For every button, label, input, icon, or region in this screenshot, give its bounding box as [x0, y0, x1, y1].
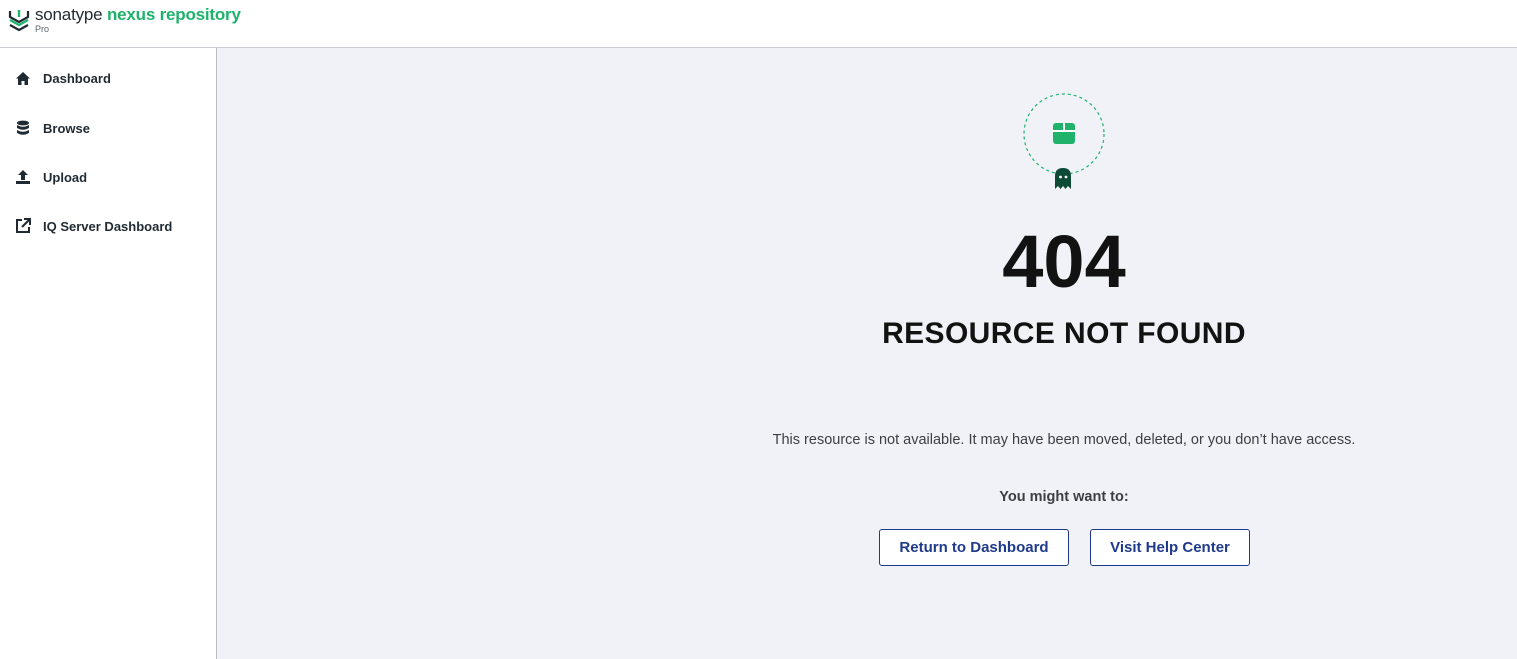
error-code: 404 — [1002, 220, 1126, 303]
visit-help-center-button[interactable]: Visit Help Center — [1090, 529, 1250, 566]
home-icon — [15, 70, 31, 86]
sonatype-logo-icon — [8, 10, 30, 32]
upload-icon — [15, 169, 31, 185]
app-logo[interactable]: sonatype nexus repository Pro — [8, 6, 241, 34]
return-to-dashboard-button[interactable]: Return to Dashboard — [879, 529, 1069, 566]
edition-label: Pro — [35, 24, 50, 34]
sidebar-item-upload[interactable]: Upload — [0, 159, 216, 195]
database-icon — [15, 120, 31, 136]
sidebar-item-label: Dashboard — [43, 70, 111, 86]
sidebar-item-browse[interactable]: Browse — [0, 110, 216, 146]
package-ghost-icon — [1023, 93, 1105, 189]
suggestion-heading: You might want to: — [999, 489, 1129, 505]
sidebar-item-dashboard[interactable]: Dashboard — [0, 60, 216, 96]
brand-name: sonatype — [35, 5, 103, 24]
error-message: This resource is not available. It may h… — [772, 432, 1356, 448]
sidebar-item-label: Upload — [43, 169, 88, 185]
main-content — [217, 48, 1517, 659]
sidebar-item-label: Browse — [43, 120, 90, 136]
sidebar-nav: Dashboard Browse Upload IQ Server Dashbo… — [0, 48, 217, 659]
sidebar-item-label: IQ Server Dashboard — [43, 218, 173, 234]
error-title: RESOURCE NOT FOUND — [882, 317, 1246, 350]
app-header: sonatype nexus repository Pro — [0, 0, 1517, 48]
product-name: nexus repository — [106, 5, 241, 24]
external-link-icon — [15, 218, 31, 234]
sidebar-item-iq-server-dashboard[interactable]: IQ Server Dashboard — [0, 208, 216, 244]
